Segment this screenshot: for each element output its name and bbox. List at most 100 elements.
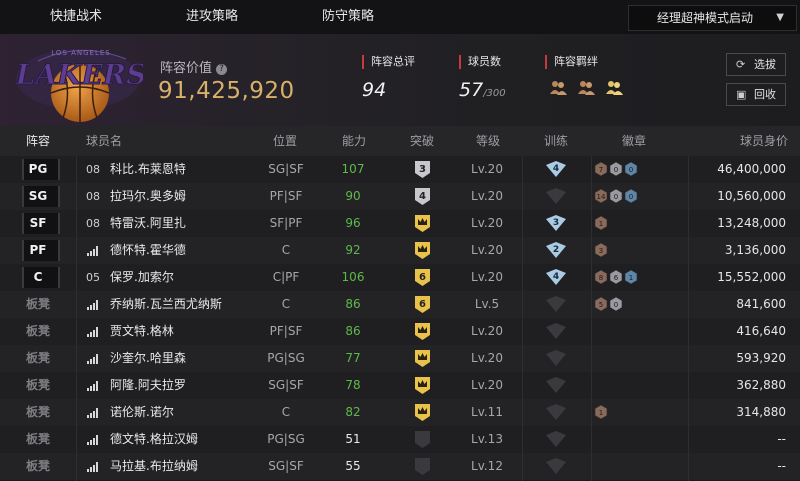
mode-dropdown[interactable]: 经理超神模式启动 ▼ xyxy=(628,5,797,31)
player-ability: 106 xyxy=(341,270,365,284)
badge-hex-icon: 7 xyxy=(594,162,608,176)
table-row[interactable]: PG 08 科比.布莱恩特 SG|SF 107 3 Lv.20 4 7 0 0 46,400,000 xyxy=(0,156,800,183)
recycle-icon: ▣ xyxy=(736,88,747,101)
team-header: LOS ANGELES LAKERS 阵容价值? 91,425,920 阵容总评… xyxy=(0,34,800,126)
col-badges[interactable]: 徽章 xyxy=(622,126,646,156)
player-ability: 55 xyxy=(345,459,361,473)
table-row[interactable]: 板凳 贾文特.格林 PF|SF 86 Lv.20 416,640 xyxy=(0,318,800,345)
badge-group[interactable]: 1 xyxy=(594,216,609,232)
table-row[interactable]: SF 08 特雷沃.阿里扎 SF|PF 96 Lv.20 3 1 13,248,000 xyxy=(0,210,800,237)
player-name[interactable]: 阿隆.阿夫拉罗 xyxy=(110,372,186,399)
col-ability[interactable]: 能力 xyxy=(342,126,366,156)
col-position[interactable]: 位置 xyxy=(273,126,297,156)
training-empty-icon xyxy=(546,377,566,393)
badge-hex-icon: 8 xyxy=(594,270,608,284)
player-level: Lv.20 xyxy=(471,351,503,365)
player-name[interactable]: 德怀特.霍华德 xyxy=(110,237,186,264)
player-level: Lv.20 xyxy=(471,270,503,284)
roster-table-header: 阵容 球员名 位置 能力 突破 等级 训练 徽章 球员身价 xyxy=(0,126,800,156)
crown-badge-icon xyxy=(415,350,430,367)
table-row[interactable]: 板凳 马拉基.布拉纳姆 SG|SF 55 Lv.12 -- xyxy=(0,453,800,480)
col-training[interactable]: 训练 xyxy=(544,126,568,156)
player-level: Lv.20 xyxy=(471,243,503,257)
player-name[interactable]: 拉玛尔.奥多姆 xyxy=(110,183,186,210)
svg-text:4: 4 xyxy=(553,164,559,174)
col-level[interactable]: 等级 xyxy=(476,126,500,156)
player-name[interactable]: 科比.布莱恩特 xyxy=(110,156,186,183)
table-row[interactable]: 板凳 诺伦斯.诺尔 C 82 Lv.11 1 314,880 xyxy=(0,399,800,426)
table-row[interactable]: C 05 保罗.加索尔 C|PF 106 6 Lv.20 4 8 6 1 15,552,000 xyxy=(0,264,800,291)
bond-group-icon-2[interactable] xyxy=(577,78,596,96)
select-button[interactable]: ⟳ 选拔 xyxy=(726,53,786,76)
player-level: Lv.12 xyxy=(471,459,503,473)
tab-offense-strategy[interactable]: 进攻策略 xyxy=(186,0,238,34)
player-name[interactable]: 保罗.加索尔 xyxy=(110,264,174,291)
lineup-slot: PG xyxy=(28,162,48,176)
bond-group-icon-1[interactable] xyxy=(549,78,568,96)
player-position: C xyxy=(281,405,291,419)
badge-group[interactable]: 1 xyxy=(594,405,609,421)
player-name[interactable]: 诺伦斯.诺尔 xyxy=(110,399,174,426)
player-position: C xyxy=(281,297,291,311)
col-player-name[interactable]: 球员名 xyxy=(86,126,122,156)
player-name[interactable]: 贾文特.格林 xyxy=(110,318,174,345)
svg-text:6: 6 xyxy=(419,299,426,310)
player-count-value: 57/300 xyxy=(459,79,506,101)
player-value: 13,248,000 xyxy=(717,216,786,230)
table-row[interactable]: 板凳 阿隆.阿夫拉罗 SG|SF 78 Lv.20 362,880 xyxy=(0,372,800,399)
player-position: PF|SF xyxy=(269,324,303,338)
recycle-button[interactable]: ▣ 回收 xyxy=(726,83,786,106)
svg-text:2: 2 xyxy=(553,245,559,255)
table-row[interactable]: PF 德怀特.霍华德 C 92 Lv.20 2 3 3,136,000 xyxy=(0,237,800,264)
player-level: Lv.5 xyxy=(474,297,500,311)
tab-defense-strategy[interactable]: 防守策略 xyxy=(322,0,374,34)
badge-hex-icon: 1 xyxy=(594,216,608,230)
badge-hex-icon: 6 xyxy=(609,270,623,284)
badge-group[interactable]: 8 6 1 xyxy=(594,270,639,286)
badge-hex-icon: 5 xyxy=(594,297,608,311)
player-ability: 107 xyxy=(341,162,365,176)
col-breakthrough[interactable]: 突破 xyxy=(410,126,434,156)
crown-badge-icon xyxy=(415,377,430,394)
training-empty-icon xyxy=(546,458,566,474)
crown-badge-icon xyxy=(415,323,430,340)
badge-group[interactable]: 7 0 0 xyxy=(594,162,639,178)
player-name[interactable]: 沙奎尔.哈里森 xyxy=(110,345,186,372)
refresh-icon: ⟳ xyxy=(736,58,746,71)
breakthrough-badge-icon: 3 xyxy=(415,161,430,178)
col-lineup[interactable]: 阵容 xyxy=(26,126,50,156)
player-name[interactable]: 马拉基.布拉纳姆 xyxy=(110,453,198,480)
lineup-rating-label: 阵容总评 xyxy=(362,55,415,69)
player-position: C|PF xyxy=(272,270,300,284)
table-row[interactable]: 板凳 乔纳斯.瓦兰西尤纳斯 C 86 6 Lv.5 5 0 841,600 xyxy=(0,291,800,318)
lineup-rating: 阵容总评 94 xyxy=(362,55,415,101)
bond-icons[interactable] xyxy=(549,78,628,100)
team-logo: LOS ANGELES LAKERS xyxy=(8,37,147,123)
signal-bars-icon xyxy=(87,381,99,391)
player-value: 841,600 xyxy=(736,297,786,311)
tab-quick-tactics[interactable]: 快捷战术 xyxy=(50,0,102,34)
player-position: SG|SF xyxy=(268,459,304,473)
table-row[interactable]: 板凳 德文特.格拉汉姆 PG|SG 51 Lv.13 -- xyxy=(0,426,800,453)
player-value: 314,880 xyxy=(736,405,786,419)
table-row[interactable]: 板凳 沙奎尔.哈里森 PG|SG 77 Lv.20 593,920 xyxy=(0,345,800,372)
signal-bars-icon xyxy=(87,327,99,337)
bond-group-icon-3[interactable] xyxy=(605,78,624,96)
player-name[interactable]: 乔纳斯.瓦兰西尤纳斯 xyxy=(110,291,222,318)
player-position: PG|SG xyxy=(267,351,305,365)
chevron-down-icon: ▼ xyxy=(776,12,784,23)
lineup-slot: SF xyxy=(29,216,47,230)
player-name[interactable]: 特雷沃.阿里扎 xyxy=(110,210,186,237)
badge-group[interactable]: 14 0 0 xyxy=(594,189,639,205)
badge-group[interactable]: 3 xyxy=(594,243,609,259)
table-row[interactable]: SG 08 拉玛尔.奥多姆 PF|SF 90 4 Lv.20 14 0 0 10,560,000 xyxy=(0,183,800,210)
help-icon[interactable]: ? xyxy=(216,64,228,75)
badge-hex-icon: 0 xyxy=(609,162,623,176)
player-value: 10,560,000 xyxy=(717,189,786,203)
player-name[interactable]: 德文特.格拉汉姆 xyxy=(110,426,198,453)
col-player-value[interactable]: 球员身价 xyxy=(740,126,788,156)
badge-group[interactable]: 50 xyxy=(594,297,624,313)
crown-badge-icon xyxy=(415,215,430,232)
badge-hex-icon: 3 xyxy=(594,243,608,257)
signal-bars-icon xyxy=(87,408,99,418)
